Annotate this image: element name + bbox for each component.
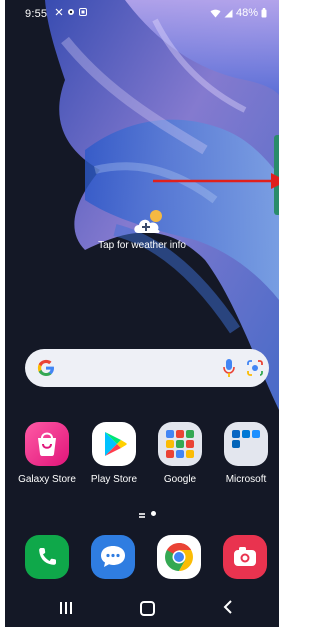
home-button[interactable] xyxy=(140,601,155,616)
status-time: 9:55 xyxy=(25,8,48,20)
weather-widget[interactable]: Tap for weather info xyxy=(5,208,279,268)
google-lens-icon[interactable] xyxy=(245,358,265,378)
messages-icon xyxy=(101,546,125,567)
chrome-icon xyxy=(165,543,193,571)
phone-icon xyxy=(39,548,56,565)
page-dot-active xyxy=(151,511,156,516)
app-label: Microsoft xyxy=(225,474,267,485)
app-play-store[interactable]: Play Store xyxy=(84,422,144,485)
microphone-icon[interactable] xyxy=(222,358,236,378)
home-page-menu-indicator xyxy=(139,512,145,515)
google-g-icon xyxy=(37,359,54,376)
dock-messages[interactable] xyxy=(91,535,135,579)
home-screen: 9:55 48% Tap for weather info Galaxy Sto… xyxy=(5,0,279,627)
signal-icon xyxy=(224,9,233,17)
camera-icon xyxy=(234,547,256,566)
galaxy-store-icon xyxy=(25,422,69,466)
app-folder-microsoft[interactable]: Microsoft xyxy=(216,422,276,485)
app-label: Google xyxy=(163,474,197,485)
play-store-icon xyxy=(92,422,136,466)
app-notification-icon xyxy=(79,8,87,16)
back-button[interactable] xyxy=(221,599,235,615)
page-indicator[interactable] xyxy=(139,511,156,516)
app-folder-google[interactable]: Google xyxy=(150,422,210,485)
navigation-bar xyxy=(5,592,279,627)
app-label: Galaxy Store xyxy=(18,474,76,485)
weather-label: Tap for weather info xyxy=(98,240,186,251)
dock-chrome[interactable] xyxy=(157,535,201,579)
battery-icon xyxy=(261,8,267,18)
google-search-bar[interactable] xyxy=(25,349,269,387)
app-label: Play Store xyxy=(90,474,138,485)
wallpaper xyxy=(5,0,279,627)
battery-percent: 48% xyxy=(235,7,258,19)
settings-notification-icon xyxy=(68,9,74,15)
wifi-icon xyxy=(210,9,221,17)
google-folder-icon xyxy=(158,422,202,466)
weather-icon xyxy=(134,210,162,233)
app-galaxy-store[interactable]: Galaxy Store xyxy=(17,422,77,485)
annotation-arrow xyxy=(153,173,279,189)
notification-icon xyxy=(55,8,63,16)
dock-camera[interactable] xyxy=(223,535,267,579)
status-bar: 9:55 48% xyxy=(5,0,279,28)
microsoft-folder-icon xyxy=(224,422,268,466)
recents-button[interactable] xyxy=(60,602,72,614)
dock-phone[interactable] xyxy=(25,535,69,579)
